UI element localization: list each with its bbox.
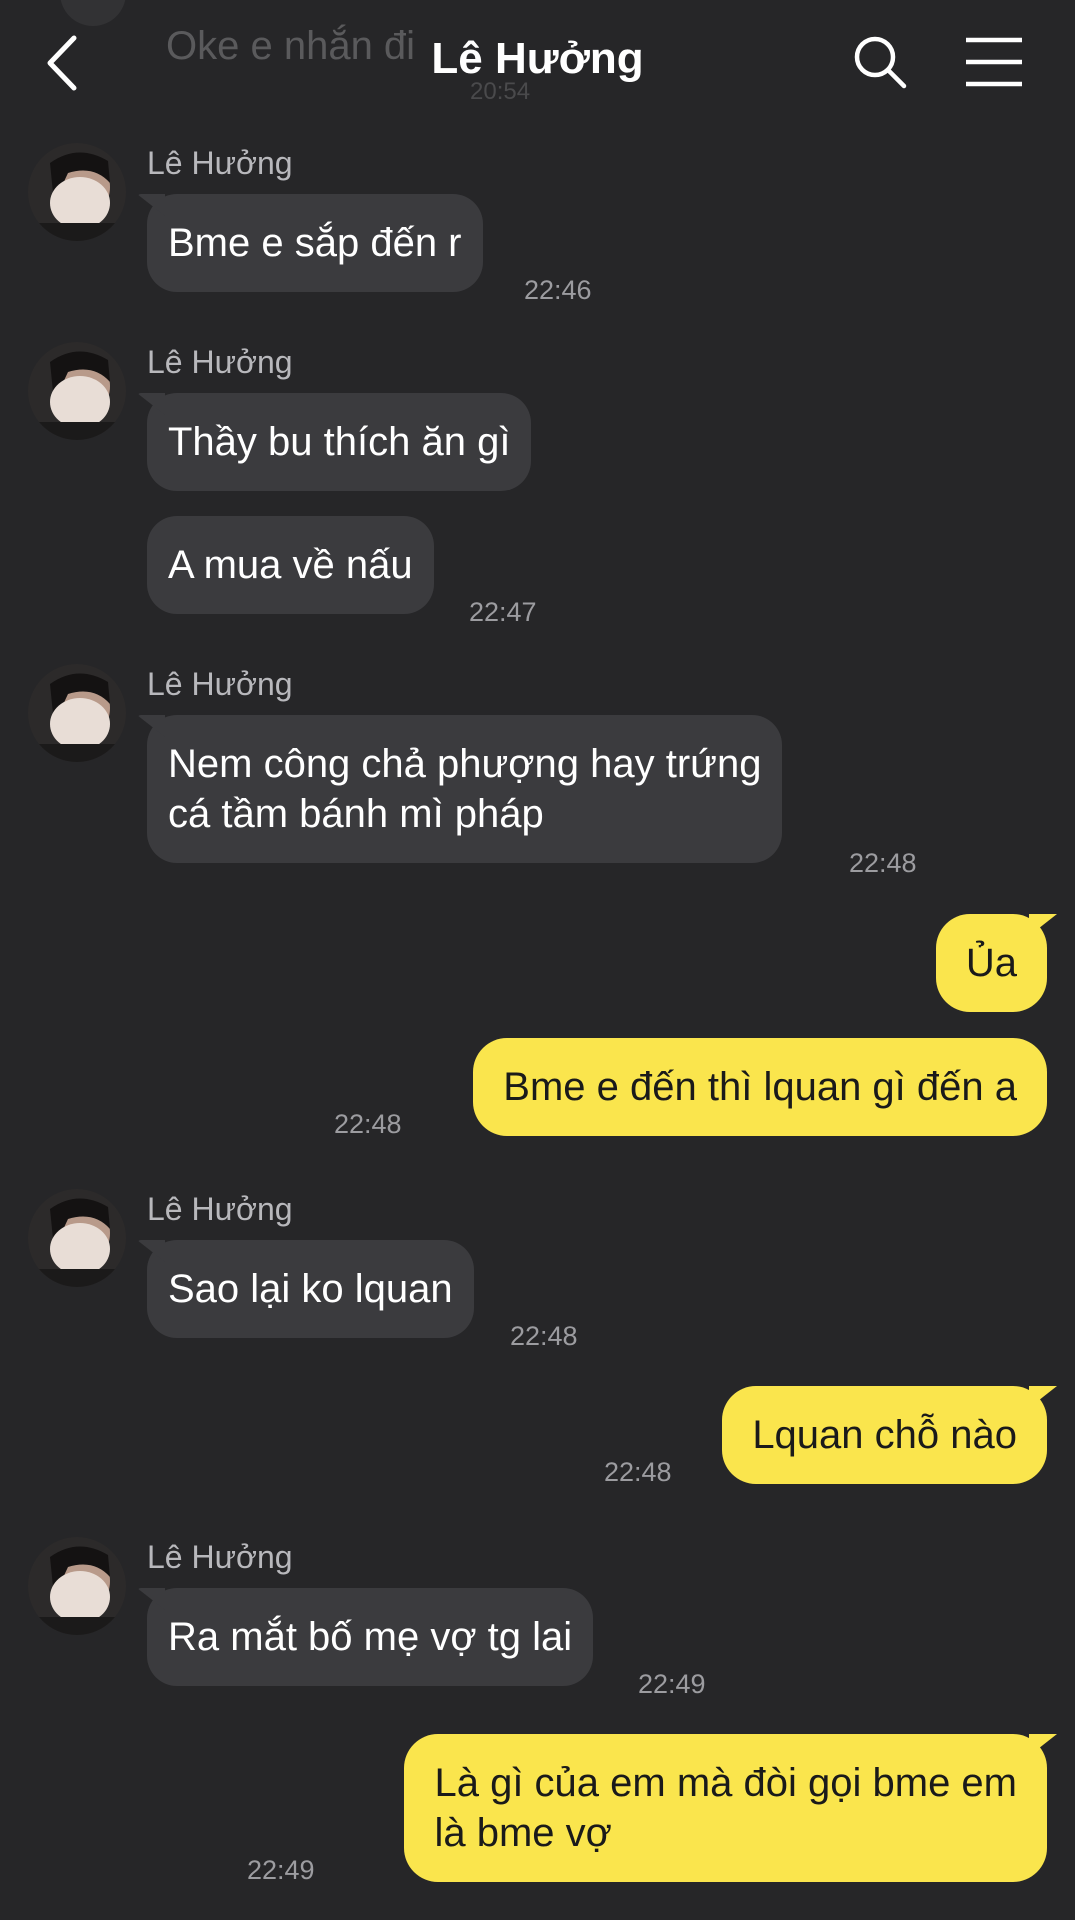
avatar-photo <box>28 664 126 762</box>
message-bubble-outgoing[interactable]: Là gì của em mà đòi gọi bme em là bme vợ <box>404 1734 1047 1882</box>
message-text: Bme e sắp đến r <box>168 221 462 265</box>
avatar[interactable] <box>28 1537 126 1635</box>
avatar[interactable] <box>28 342 126 440</box>
avatar[interactable] <box>28 143 126 241</box>
menu-button[interactable] <box>964 36 1024 88</box>
avatar-photo <box>28 1189 126 1287</box>
message-time: 22:48 <box>604 1457 672 1487</box>
message-time: 22:48 <box>510 1321 578 1351</box>
chat-title: Lê Hưởng <box>431 34 644 83</box>
sender-name: Lê Hưởng <box>147 145 293 181</box>
search-button[interactable] <box>852 34 908 90</box>
message-bubble-incoming[interactable]: Nem công chả phượng hay trứng cá tầm bán… <box>147 715 783 863</box>
sender-name: Lê Hưởng <box>147 666 293 702</box>
message-text: A mua về nấu <box>168 543 413 587</box>
message-time: 22:49 <box>247 1855 315 1885</box>
avatar[interactable] <box>28 1189 126 1287</box>
sender-name: Lê Hưởng <box>147 1191 293 1227</box>
message-text-line2: cá tầm bánh mì pháp <box>168 792 544 836</box>
message-bubble-incoming[interactable]: Sao lại ko lquan <box>147 1240 474 1338</box>
sender-name: Lê Hưởng <box>147 1539 293 1575</box>
message-text: Ra mắt bố mẹ vợ tg lai <box>168 1615 573 1659</box>
faded-previous-avatar <box>60 0 126 26</box>
message-time: 22:47 <box>469 597 537 627</box>
message-text: Ủa <box>965 941 1017 985</box>
search-icon <box>854 36 907 89</box>
avatar-photo <box>28 143 126 241</box>
avatar-photo <box>28 1537 126 1635</box>
message-time: 22:46 <box>524 275 592 305</box>
avatar[interactable] <box>28 664 126 762</box>
message-text-line1: Nem công chả phượng hay trứng <box>168 742 762 786</box>
message-text: Thầy bu thích ăn gì <box>168 420 511 464</box>
message-bubble-outgoing[interactable]: Ủa <box>935 914 1047 1012</box>
sender-name: Lê Hưởng <box>147 344 293 380</box>
message-bubble-incoming[interactable]: Thầy bu thích ăn gì <box>147 393 532 491</box>
message-bubble-outgoing[interactable]: Lquan chỗ nào <box>722 1386 1047 1484</box>
message-text: Lquan chỗ nào <box>752 1413 1017 1457</box>
message-text-line1: Là gì của em mà đòi gọi bme em <box>434 1761 1017 1805</box>
avatar-photo <box>28 342 126 440</box>
message-text: Sao lại ko lquan <box>168 1267 453 1311</box>
message-text: Bme e đến thì lquan gì đến a <box>503 1065 1017 1109</box>
message-time: 22:48 <box>334 1109 402 1139</box>
menu-icon <box>966 37 1022 87</box>
message-time: 22:49 <box>638 1669 706 1699</box>
message-bubble-outgoing[interactable]: Bme e đến thì lquan gì đến a <box>473 1038 1047 1136</box>
message-bubble-incoming[interactable]: A mua về nấu <box>147 516 434 614</box>
message-time: 22:48 <box>849 848 917 878</box>
message-text-line2: là bme vợ <box>434 1811 612 1855</box>
message-bubble-incoming[interactable]: Bme e sắp đến r <box>147 194 483 292</box>
message-bubble-incoming[interactable]: Ra mắt bố mẹ vợ tg lai <box>147 1588 594 1686</box>
chat-header: Oke e nhắn đi 20:54 Lê Hưởng <box>0 0 1075 125</box>
